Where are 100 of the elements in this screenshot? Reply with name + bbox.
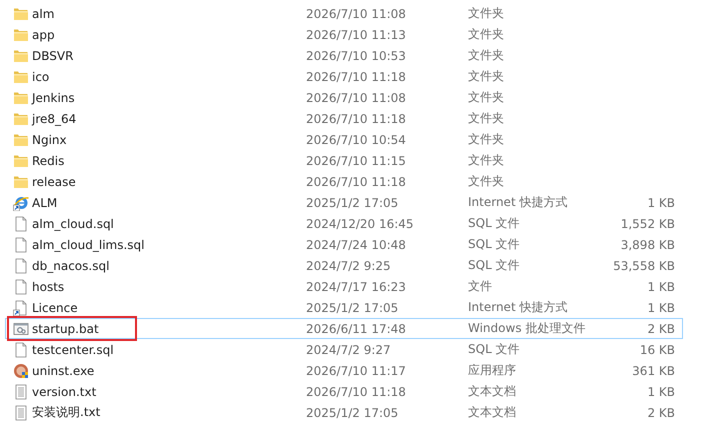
modified-date: 2024/7/17 16:23	[306, 280, 407, 294]
file-name: ALM	[31, 196, 58, 210]
modified-date: 2025/1/2 17:05	[306, 300, 400, 314]
globe-shortcut-icon	[13, 194, 29, 210]
folder-icon	[13, 132, 29, 148]
modified-date: 2024/7/2 9:25	[306, 258, 392, 272]
file-name: alm_cloud.sql	[31, 216, 115, 230]
file-row[interactable]: release 2026/7/10 11:18 文件夹	[5, 171, 683, 192]
file-name: app	[31, 28, 56, 42]
modified-date: 2026/7/10 11:08	[306, 90, 407, 104]
file-size: 2 KB	[646, 406, 675, 420]
file-type: SQL 文件	[468, 236, 521, 253]
file-row[interactable]: startup.bat 2026/6/11 17:48 Windows 批处理文件 2 KB	[5, 318, 683, 339]
file-type: Internet 快捷方式	[468, 194, 568, 211]
file-row[interactable]: alm 2026/7/10 11:08 文件夹	[5, 3, 683, 24]
file-type: 文本文档	[468, 404, 517, 421]
document-shortcut-icon	[13, 300, 29, 316]
file-size: 1 KB	[646, 384, 675, 398]
file-name: testcenter.sql	[31, 342, 115, 356]
file-type: Internet 快捷方式	[468, 299, 568, 316]
file-row[interactable]: hosts 2024/7/17 16:23 文件 1 KB	[5, 276, 683, 297]
file-row[interactable]: jre8_64 2026/7/10 11:18 文件夹	[5, 108, 683, 129]
file-type: 文件	[468, 278, 493, 295]
file-row[interactable]: Licence 2025/1/2 17:05 Internet 快捷方式 1 KB	[5, 297, 683, 318]
document-icon	[13, 258, 29, 274]
folder-icon	[13, 48, 29, 64]
file-name: Jenkins	[30, 90, 76, 104]
modified-date: 2024/12/20 16:45	[306, 216, 415, 230]
file-size: 1 KB	[646, 280, 675, 294]
folder-icon	[13, 110, 29, 126]
file-row[interactable]: 安装说明.txt 2025/1/2 17:05 文本文档 2 KB	[5, 402, 683, 423]
file-row[interactable]: app 2026/7/10 11:13 文件夹	[5, 24, 683, 45]
file-size: 361 KB	[631, 364, 675, 378]
file-type: 文本文档	[468, 383, 517, 400]
file-type: 文件夹	[468, 26, 505, 43]
modified-date: 2026/7/10 11:18	[306, 174, 407, 188]
file-name: Redis	[31, 154, 66, 168]
file-type: 文件夹	[468, 47, 505, 64]
file-name: uninst.exe	[31, 364, 96, 378]
file-name: release	[31, 174, 77, 188]
file-name: hosts	[31, 280, 66, 294]
folder-icon	[13, 68, 29, 84]
folder-icon	[13, 26, 29, 42]
file-type: 文件夹	[468, 152, 505, 169]
modified-date: 2026/7/10 11:18	[306, 70, 407, 84]
file-row[interactable]: ico 2026/7/10 11:18 文件夹	[5, 66, 683, 87]
file-row[interactable]: db_nacos.sql 2024/7/2 9:25 SQL 文件 53,558 KB	[5, 255, 683, 276]
folder-icon	[13, 174, 29, 190]
file-row[interactable]: version.txt 2026/7/10 11:18 文本文档 1 KB	[5, 381, 683, 402]
file-row[interactable]: Nginx 2026/7/10 10:54 文件夹	[5, 129, 683, 150]
file-name: Nginx	[31, 132, 68, 146]
file-type: SQL 文件	[468, 257, 521, 274]
folder-icon	[13, 90, 29, 106]
modified-date: 2024/7/2 9:27	[306, 342, 392, 356]
modified-date: 2026/7/10 11:13	[306, 28, 407, 42]
file-name: DBSVR	[31, 48, 74, 62]
modified-date: 2025/1/2 17:05	[306, 196, 400, 210]
file-type: 文件夹	[468, 89, 505, 106]
file-row[interactable]: testcenter.sql 2024/7/2 9:27 SQL 文件 16 KB	[5, 339, 683, 360]
modified-date: 2026/7/10 10:53	[306, 48, 407, 62]
file-row[interactable]: alm_cloud_lims.sql 2024/7/24 10:48 SQL 文件 3,898 KB	[5, 234, 683, 255]
file-name: ico	[31, 70, 50, 84]
file-size: 2 KB	[646, 322, 675, 336]
file-name: alm	[31, 6, 56, 20]
file-name: jre8_64	[30, 112, 78, 126]
modified-date: 2026/7/10 11:17	[306, 364, 407, 378]
gear-window-icon	[13, 320, 29, 336]
text-document-icon	[13, 384, 29, 400]
file-name: db_nacos.sql	[31, 258, 110, 272]
file-name: startup.bat	[31, 322, 100, 336]
modified-date: 2026/7/10 11:18	[306, 112, 407, 126]
file-type: 应用程序	[468, 362, 517, 379]
file-type: Windows 批处理文件	[468, 320, 586, 337]
file-name: version.txt	[31, 384, 98, 398]
text-document-icon	[13, 404, 29, 420]
file-size: 53,558 KB	[612, 258, 675, 272]
file-row[interactable]: ALM 2025/1/2 17:05 Internet 快捷方式 1 KB	[5, 192, 683, 213]
modified-date: 2026/7/10 10:54	[306, 132, 407, 146]
file-row[interactable]: alm_cloud.sql 2024/12/20 16:45 SQL 文件 1,552 KB	[5, 213, 683, 234]
file-type: 文件夹	[468, 5, 505, 22]
modified-date: 2026/6/11 17:48	[306, 322, 407, 336]
file-row[interactable]: uninst.exe 2026/7/10 11:17 应用程序 361 KB	[5, 360, 683, 381]
file-row[interactable]: Redis 2026/7/10 11:15 文件夹	[5, 150, 683, 171]
file-name: 安装说明.txt	[31, 404, 102, 421]
folder-icon	[13, 6, 29, 22]
modified-date: 2024/7/24 10:48	[306, 238, 407, 252]
document-icon	[13, 278, 29, 294]
file-name: Licence	[31, 300, 79, 314]
file-row[interactable]: DBSVR 2026/7/10 10:53 文件夹	[5, 45, 683, 66]
file-type: SQL 文件	[468, 341, 521, 358]
file-type: 文件夹	[468, 131, 505, 148]
file-row[interactable]: Jenkins 2026/7/10 11:08 文件夹	[5, 87, 683, 108]
document-icon	[13, 216, 29, 232]
file-type: 文件夹	[468, 173, 505, 190]
file-size: 1,552 KB	[620, 216, 675, 230]
modified-date: 2026/7/10 11:18	[306, 384, 407, 398]
installer-icon	[13, 362, 29, 378]
modified-date: 2025/1/2 17:05	[306, 406, 400, 420]
document-icon	[13, 342, 29, 358]
modified-date: 2026/7/10 11:08	[306, 6, 407, 20]
